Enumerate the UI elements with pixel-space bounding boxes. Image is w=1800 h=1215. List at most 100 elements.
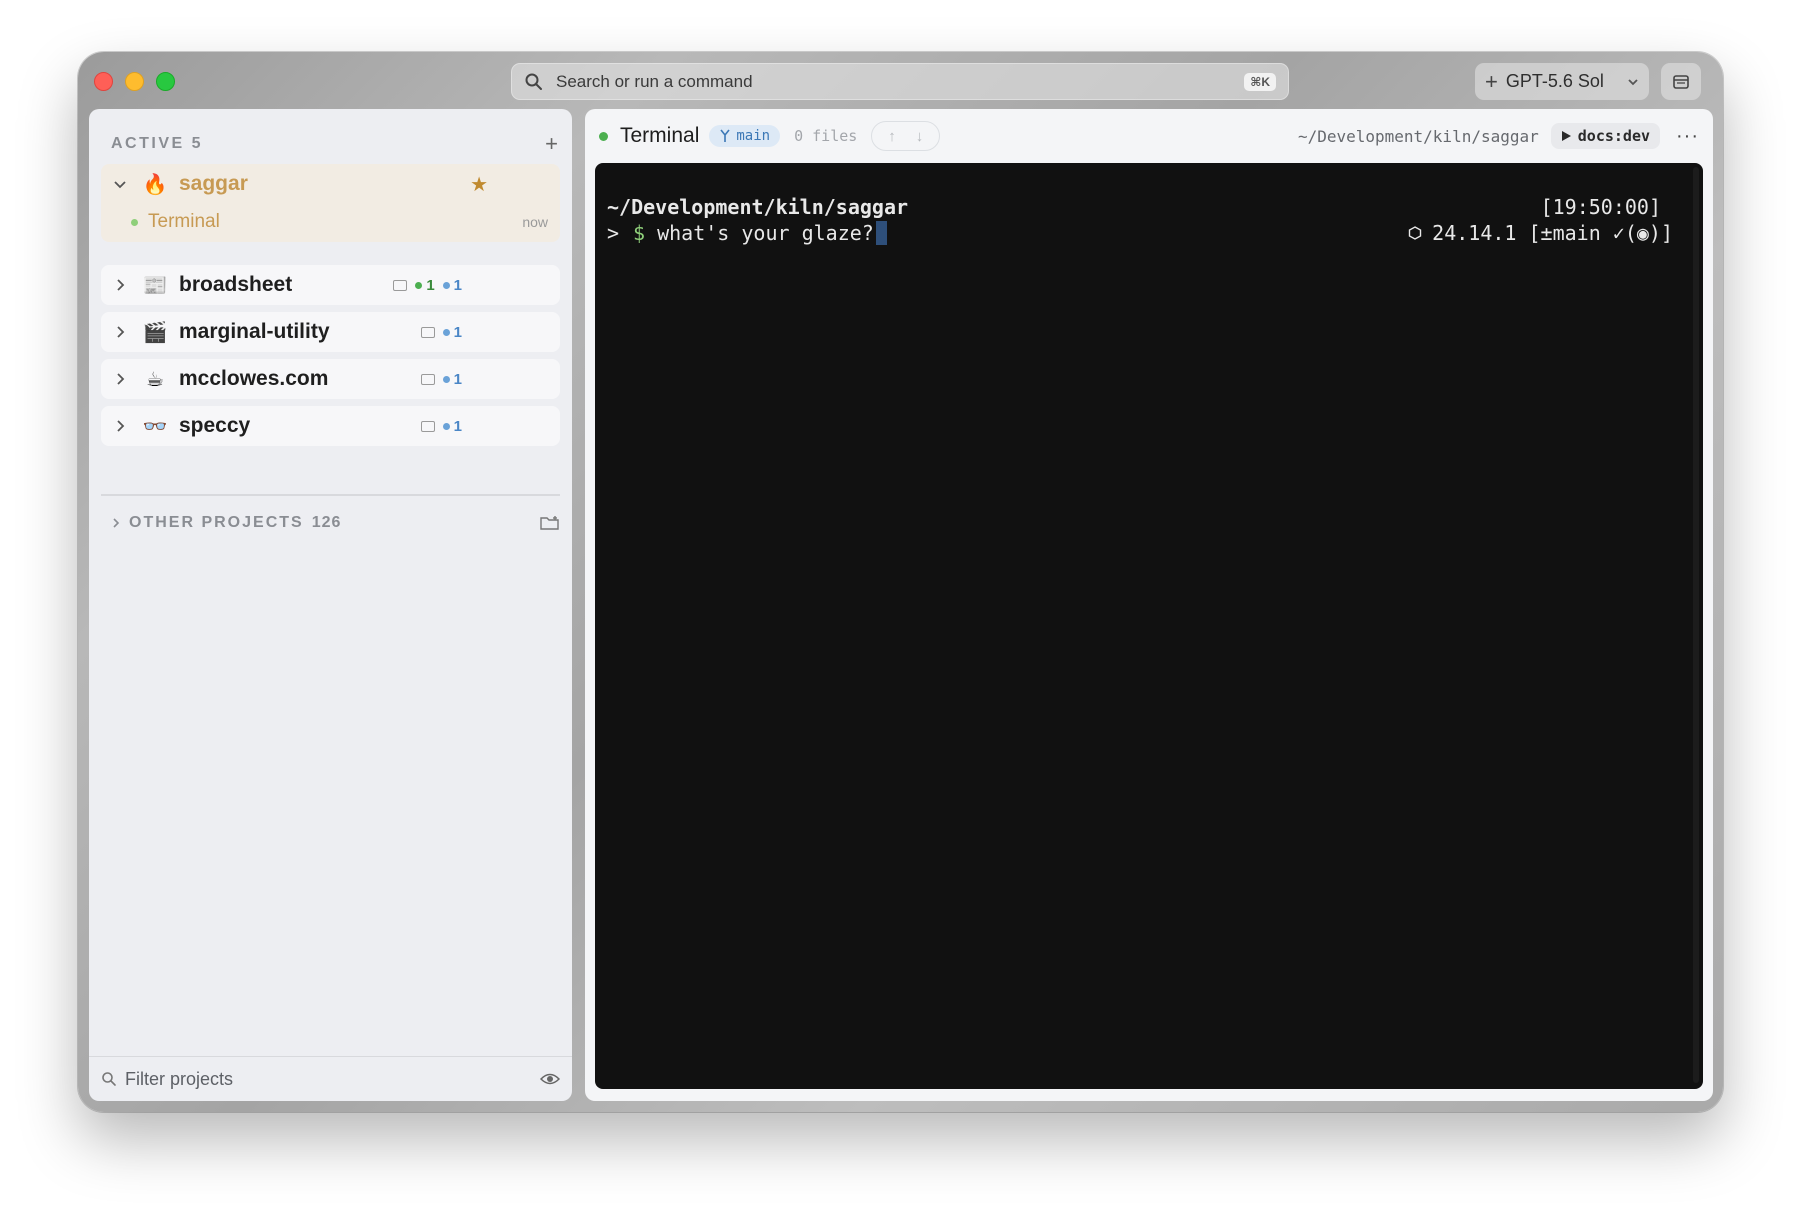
green-count-badge: 1 — [415, 277, 435, 294]
branch-icon — [720, 129, 730, 142]
project-item-marginal-utility[interactable]: 🎬 marginal-utility 1 — [101, 312, 560, 352]
plus-icon: + — [1485, 68, 1498, 94]
terminal-icon — [420, 373, 435, 385]
terminal-prompt-line: > $ what's your glaze? — [607, 221, 887, 245]
blue-count-badge: 1 — [442, 277, 462, 294]
folder-add-icon[interactable] — [540, 515, 560, 531]
project-badges: 1 — [420, 324, 462, 341]
panel-toggle-button[interactable] — [1661, 63, 1701, 100]
star-icon[interactable]: ★ — [470, 172, 488, 197]
terminal-cwd: ~/Development/kiln/saggar — [607, 195, 909, 219]
minimize-button[interactable] — [125, 72, 144, 91]
terminal-icon — [393, 279, 408, 291]
node-icon — [1408, 226, 1422, 240]
working-directory: ~/Development/kiln/saggar — [1297, 126, 1539, 146]
command-bar-placeholder: Search or run a command — [556, 71, 753, 91]
status-dot — [599, 131, 608, 141]
changed-files: 0 files — [794, 127, 858, 145]
main-pane: Terminal main 0 files ↑ ↓ ~/Development/… — [585, 109, 1713, 1101]
shortcut-hint: ⌘K — [1244, 72, 1276, 91]
other-projects-toggle[interactable]: OTHER PROJECTS 126 — [111, 514, 560, 532]
pane-title: Terminal — [620, 124, 700, 147]
nav-arrows: ↑ ↓ — [871, 121, 941, 151]
blue-count-badge: 1 — [442, 324, 462, 341]
project-item-mcclowes[interactable]: ☕ mcclowes.com 1 — [101, 359, 560, 399]
clapperboard-icon: 🎬 — [142, 321, 168, 344]
project-row: ☕ mcclowes.com 1 — [101, 359, 560, 399]
prompt-symbol: $ — [633, 221, 646, 245]
command-bar[interactable]: Search or run a command ⌘K — [511, 63, 1289, 100]
project-badges: 1 — [420, 371, 462, 388]
terminal-right-prompt: 24.14.1 [±main ✓(◉)] — [1408, 221, 1673, 245]
other-projects-count: 126 — [311, 514, 342, 531]
filter-projects-input[interactable]: Filter projects — [125, 1069, 233, 1090]
project-item-saggar[interactable]: 🔥 saggar ★ Terminal now — [101, 164, 560, 242]
window-controls — [94, 72, 175, 91]
project-name: speccy — [179, 414, 251, 437]
terminal-view[interactable]: ~/Development/kiln/saggar [19:50:00] > $… — [595, 163, 1703, 1089]
model-label: GPT-5.6 Sol — [1505, 71, 1604, 91]
chevron-right-icon[interactable] — [113, 278, 127, 292]
close-button[interactable] — [94, 72, 113, 91]
sidebar-panel-icon — [1673, 74, 1689, 89]
sidebar-divider — [101, 494, 560, 496]
project-row: 🎬 marginal-utility 1 — [101, 312, 560, 352]
chevron-right-icon — [113, 518, 120, 528]
project-badges: 1 — [420, 418, 462, 435]
arrow-down-icon[interactable]: ↓ — [916, 128, 924, 145]
chevron-right-icon[interactable] — [113, 325, 127, 339]
sidebar-header: ACTIVE 5 + — [111, 131, 558, 157]
git-status: [±main ✓(◉)] — [1528, 221, 1674, 245]
chevron-down-icon[interactable] — [113, 177, 127, 191]
other-projects-label: OTHER PROJECTS — [129, 514, 304, 531]
blue-count-badge: 1 — [442, 371, 462, 388]
session-label: Terminal — [148, 211, 220, 232]
fire-icon: 🔥 — [142, 173, 168, 196]
app-window: Search or run a command ⌘K + GPT-5.6 Sol… — [78, 52, 1723, 1112]
terminal-scrollbar[interactable] — [1693, 167, 1699, 1083]
model-selector[interactable]: + GPT-5.6 Sol — [1475, 63, 1649, 100]
chevron-right-icon[interactable] — [113, 419, 127, 433]
project-row: 🔥 saggar ★ — [101, 164, 560, 204]
eye-icon[interactable] — [540, 1072, 560, 1086]
project-badges: 1 1 — [393, 277, 462, 294]
project-item-broadsheet[interactable]: 📰 broadsheet 1 1 — [101, 265, 560, 305]
terminal-icon — [420, 420, 435, 432]
arrow-up-icon[interactable]: ↑ — [888, 128, 896, 145]
session-item-terminal[interactable]: Terminal now — [101, 204, 560, 240]
project-name: marginal-utility — [179, 320, 330, 343]
glasses-icon: 👓 — [142, 415, 168, 438]
branch-badge[interactable]: main — [709, 125, 781, 147]
terminal-input[interactable]: what's your glaze? — [657, 221, 874, 245]
project-name: broadsheet — [179, 273, 293, 296]
more-options-icon[interactable]: ··· — [1676, 125, 1699, 148]
terminal-cursor — [875, 221, 887, 245]
node-version: 24.14.1 — [1432, 221, 1517, 245]
search-icon — [102, 1072, 116, 1086]
maximize-button[interactable] — [156, 72, 175, 91]
project-item-speccy[interactable]: 👓 speccy 1 — [101, 406, 560, 446]
terminal-icon — [420, 326, 435, 338]
run-script-button[interactable]: docs:dev — [1550, 123, 1661, 149]
project-name: mcclowes.com — [179, 367, 329, 390]
add-project-button[interactable]: + — [545, 131, 558, 157]
project-name: saggar — [179, 172, 248, 195]
branch-name: main — [736, 128, 771, 144]
run-script-label: docs:dev — [1577, 127, 1651, 145]
active-projects-heading: ACTIVE 5 — [111, 135, 204, 152]
prompt-arrow: > — [607, 221, 620, 245]
play-icon — [1561, 131, 1571, 141]
filter-bar[interactable]: Filter projects — [89, 1056, 572, 1101]
chevron-down-icon — [1628, 78, 1638, 85]
blue-count-badge: 1 — [442, 418, 462, 435]
terminal-header: Terminal main 0 files ↑ ↓ ~/Development/… — [585, 109, 1713, 163]
coffee-icon: ☕ — [146, 368, 164, 391]
newspaper-icon: 📰 — [142, 274, 168, 297]
sidebar: ACTIVE 5 + 🔥 saggar ★ Terminal now 📰 bro… — [89, 109, 572, 1101]
chevron-right-icon[interactable] — [113, 372, 127, 386]
project-row: 👓 speccy 1 — [101, 406, 560, 446]
session-status-dot — [131, 218, 138, 226]
terminal-timestamp: [19:50:00] — [1540, 195, 1661, 219]
project-row: 📰 broadsheet 1 1 — [101, 265, 560, 305]
search-icon — [525, 73, 542, 90]
